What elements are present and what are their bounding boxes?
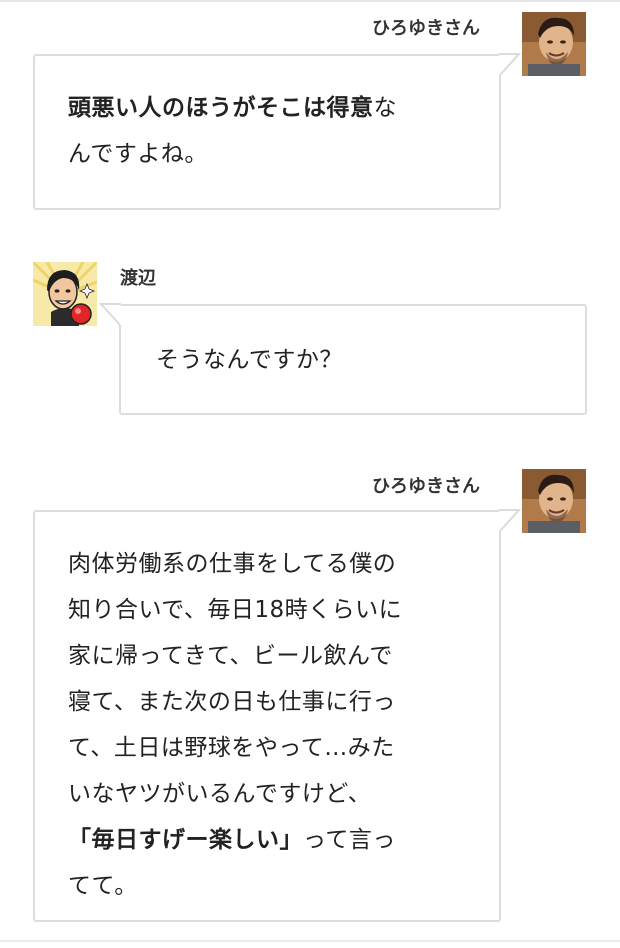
message-text: 頭悪い人のほうがそこは得意な んですよね。	[68, 85, 479, 177]
message-line: 知り合いで、毎日18時くらいに	[68, 587, 479, 633]
speaker-name: ひろゆきさん	[372, 18, 480, 39]
message-line: 寝て、また次の日も仕事に行っ	[68, 679, 479, 725]
message-text: 肉体労働系の仕事をしてる僕の 知り合いで、毎日18時くらいに 家に帰ってきて、ビ…	[68, 541, 479, 909]
text-run: って言っ	[303, 827, 396, 853]
message-line: て、土日は野球をやって…みた	[68, 725, 479, 771]
bubble-tail	[98, 303, 123, 327]
bottom-divider	[0, 940, 620, 942]
text-run: 寝て、また次の日も仕事に行っ	[68, 689, 396, 715]
message-text: そうなんですか？	[156, 337, 565, 383]
message-line: 家に帰ってきて、ビール飲んで	[68, 633, 479, 679]
text-run: 肉体労働系の仕事をしてる僕の	[68, 551, 397, 577]
watanabe-illustrated-avatar-icon	[33, 262, 97, 326]
text-run: 家に帰ってきて、ビール飲んで	[68, 643, 393, 669]
text-run: いなヤツがいるんですけど、	[68, 781, 372, 807]
top-divider	[0, 0, 620, 2]
watanabe-avatar	[33, 262, 97, 326]
message-line: 頭悪い人のほうがそこは得意な	[68, 85, 479, 131]
message-line: 「毎日すげー楽しい」って言っ	[68, 817, 479, 863]
text-run: そうなんですか？	[156, 347, 343, 373]
message-line: 肉体労働系の仕事をしてる僕の	[68, 541, 479, 587]
message-line: んですよね。	[68, 131, 479, 177]
hiroyuki-avatar	[522, 12, 586, 76]
message-line: いなヤツがいるんですけど、	[68, 771, 479, 817]
bubble-tail	[497, 509, 522, 533]
hiroyuki-avatar	[522, 469, 586, 533]
message-bubble: そうなんですか？	[119, 304, 587, 415]
message-bubble: 肉体労働系の仕事をしてる僕の 知り合いで、毎日18時くらいに 家に帰ってきて、ビ…	[33, 510, 501, 922]
bubble-tail	[497, 53, 522, 77]
text-run: てて。	[68, 873, 138, 899]
text-run: て、土日は野球をやって…みた	[68, 735, 395, 761]
hiroyuki-photo-avatar-icon	[522, 469, 586, 533]
message-line: そうなんですか？	[156, 337, 565, 383]
speaker-name: ひろゆきさん	[372, 476, 480, 497]
text-run: な	[373, 95, 397, 121]
message-line: てて。	[68, 863, 479, 909]
bold-text: 「毎日すげー楽しい」	[68, 827, 303, 853]
hiroyuki-photo-avatar-icon	[522, 12, 586, 76]
text-run: 知り合いで、毎日18時くらいに	[68, 597, 403, 623]
text-run: んですよね。	[68, 141, 208, 167]
bold-text: 頭悪い人のほうがそこは得意	[68, 95, 374, 121]
message-bubble: 頭悪い人のほうがそこは得意な んですよね。	[33, 54, 501, 210]
speaker-name: 渡辺	[120, 268, 156, 289]
